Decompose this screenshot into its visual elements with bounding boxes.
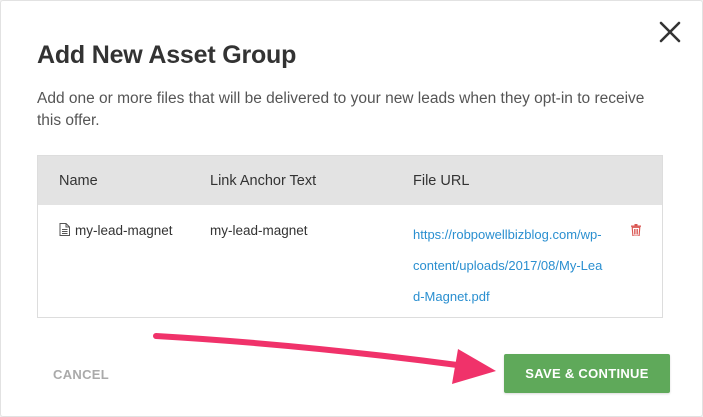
column-header-anchor-text: Link Anchor Text [210,173,317,189]
add-asset-group-modal: Add New Asset Group Add one or more file… [0,0,703,417]
file-icon [59,223,70,241]
cancel-button[interactable]: CANCEL [53,367,109,382]
save-continue-label: SAVE & CONTINUE [525,366,649,381]
column-header-file-url: File URL [413,173,470,189]
column-header-name: Name [59,173,98,189]
asset-table: Name Link Anchor Text File URL my-lead-m… [37,155,663,318]
close-icon[interactable] [656,18,684,46]
row-anchor-text: my-lead-magnet [210,223,308,238]
table-header: Name Link Anchor Text File URL [38,156,662,205]
save-continue-button[interactable]: SAVE & CONTINUE [504,354,670,393]
modal-title: Add New Asset Group [37,41,297,69]
row-name: my-lead-magnet [75,223,173,238]
row-file-url-link[interactable]: https://robpowellbizblog.com/wp-content/… [413,219,603,312]
trash-icon[interactable] [631,223,641,241]
modal-description: Add one or more files that will be deliv… [37,90,645,129]
